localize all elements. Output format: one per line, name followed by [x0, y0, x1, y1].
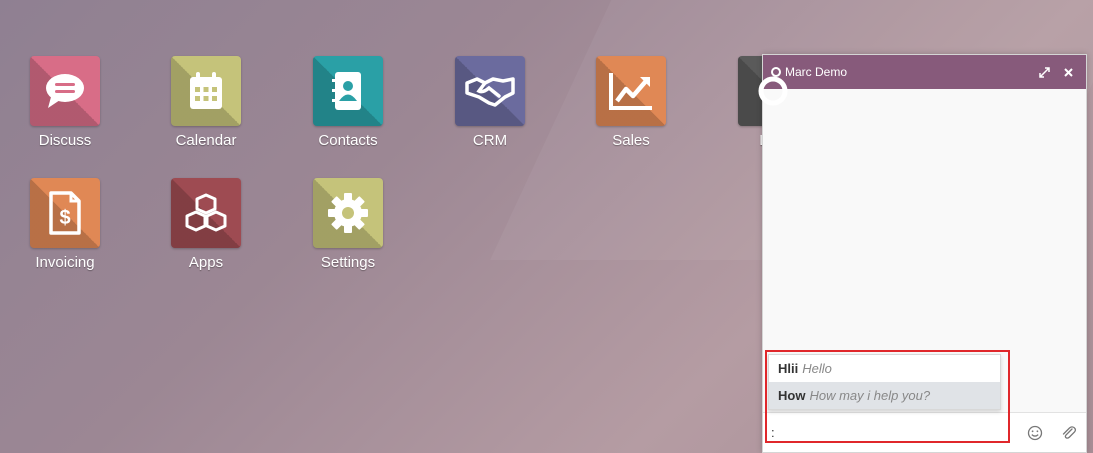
- app-label: Settings: [320, 254, 376, 271]
- suggestion-text: How may i help you?: [809, 388, 931, 403]
- app-calendar[interactable]: Calendar: [146, 56, 266, 149]
- suggestion-item[interactable]: Hlii Hello: [769, 355, 1000, 382]
- calendar-icon: [190, 72, 222, 109]
- apps-tile[interactable]: [171, 178, 241, 248]
- app-label: Contacts: [318, 132, 378, 149]
- discuss-tile[interactable]: [30, 56, 100, 126]
- paperclip-icon: [1062, 425, 1077, 439]
- app-label: Sales: [612, 132, 650, 149]
- handshake-icon: [465, 77, 515, 107]
- attach-button[interactable]: [1052, 413, 1086, 453]
- app-sales[interactable]: Sales: [571, 56, 691, 149]
- address-book-icon: [332, 72, 361, 110]
- suggestion-text: Hello: [802, 361, 832, 376]
- chat-bubble-icon: [46, 74, 84, 108]
- chart-line-icon: [609, 73, 652, 110]
- calendar-tile[interactable]: [171, 56, 241, 126]
- chat-header[interactable]: Marc Demo: [763, 55, 1086, 89]
- invoicing-tile[interactable]: $: [30, 178, 100, 248]
- app-settings[interactable]: Settings: [288, 178, 408, 271]
- message-input[interactable]: [763, 413, 1018, 452]
- app-contacts[interactable]: Contacts: [288, 56, 408, 149]
- app-crm[interactable]: CRM: [430, 56, 550, 149]
- sales-tile[interactable]: [596, 56, 666, 126]
- contacts-tile[interactable]: [313, 56, 383, 126]
- chat-title[interactable]: Marc Demo: [785, 65, 1030, 79]
- app-label: Invoicing: [35, 254, 95, 271]
- suggestion-item-active[interactable]: How How may i help you?: [769, 382, 1000, 409]
- app-invoicing[interactable]: $ Invoicing: [5, 178, 125, 271]
- invoice-icon: $: [49, 191, 81, 235]
- settings-tile[interactable]: [313, 178, 383, 248]
- app-label: Discuss: [38, 132, 92, 149]
- app-label: CRM: [472, 132, 508, 149]
- emoji-button[interactable]: [1018, 413, 1052, 453]
- crm-tile[interactable]: [455, 56, 525, 126]
- app-label: Calendar: [175, 132, 237, 149]
- canned-response-dropdown: Hlii Hello How How may i help you?: [768, 354, 1001, 410]
- app-apps[interactable]: Apps: [146, 178, 266, 271]
- close-icon: [1063, 67, 1073, 77]
- expand-icon: [1038, 66, 1050, 78]
- link-icon: [758, 76, 788, 106]
- chat-composer: [763, 412, 1086, 452]
- app-label: Apps: [188, 254, 224, 271]
- app-discuss[interactable]: Discuss: [5, 56, 125, 149]
- svg-text:$: $: [59, 207, 70, 229]
- smiley-icon: [1027, 425, 1043, 440]
- expand-button[interactable]: [1034, 62, 1054, 82]
- cubes-icon: [185, 193, 227, 232]
- suggestion-shortcut: How: [778, 388, 806, 403]
- suggestion-shortcut: Hlii: [778, 361, 799, 376]
- close-button[interactable]: [1058, 62, 1078, 82]
- gear-icon: [328, 193, 368, 233]
